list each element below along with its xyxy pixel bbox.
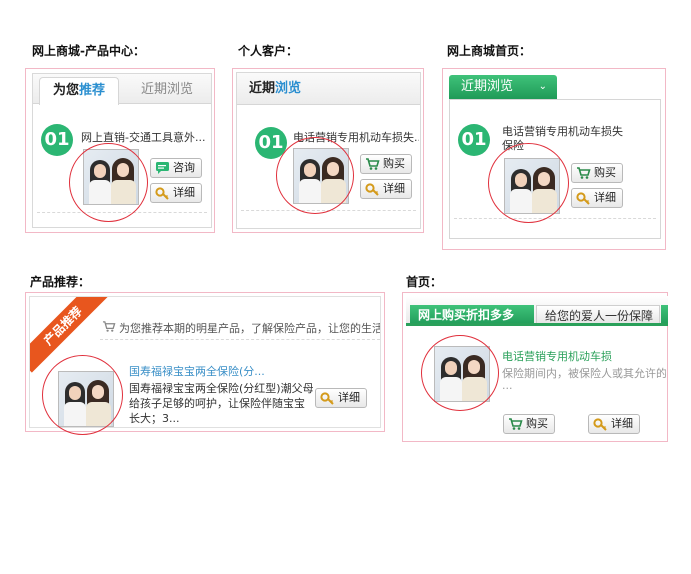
key-icon xyxy=(155,187,169,200)
product-title[interactable]: 网上直销-交通工具意外... xyxy=(81,129,209,145)
cart-icon xyxy=(366,158,380,170)
highlight-circle xyxy=(488,143,569,223)
tab-discount[interactable]: 网上购买折扣多多 xyxy=(410,305,534,323)
tab-recent-highlight: 浏览 xyxy=(275,81,302,96)
label-personal: 个人客户： xyxy=(238,44,299,58)
tab-recommend-highlight: 推荐 xyxy=(79,83,106,98)
divider xyxy=(100,339,380,340)
product-title[interactable]: 电话营销专用机动车损 xyxy=(502,348,662,364)
product-title[interactable]: 国寿福禄宝宝两全保险(分... xyxy=(129,363,289,379)
detail-label: 详细 xyxy=(383,182,405,195)
tab-discount-label: 网上购买折扣多多 xyxy=(418,308,515,322)
label-recommend: 产品推荐： xyxy=(30,275,91,289)
detail-button[interactable]: 详细 xyxy=(150,183,202,203)
rank-badge: 01 xyxy=(41,124,73,156)
consult-label: 咨询 xyxy=(173,161,195,174)
tab-recommend-label: 为您 xyxy=(52,83,79,98)
tab-recent[interactable]: 近期浏览 xyxy=(141,77,193,104)
label-mall-home: 网上商城首页： xyxy=(447,44,532,58)
consult-button[interactable]: 咨询 xyxy=(150,158,202,178)
tab-love[interactable]: 给您的爱人一份保障 xyxy=(536,305,660,323)
tab-recent[interactable]: 近期浏览 ⌄ xyxy=(449,75,557,99)
detail-button[interactable]: 详细 xyxy=(315,388,367,408)
product-desc-3: 长大；3... xyxy=(129,412,180,425)
product-desc-2: ... xyxy=(502,379,513,392)
highlight-circle xyxy=(276,137,354,214)
cart-icon xyxy=(102,321,116,332)
cart-icon xyxy=(577,167,591,179)
detail-button[interactable]: 详细 xyxy=(588,414,640,434)
ribbon-label: 产品推荐 xyxy=(41,304,85,348)
tab-next[interactable] xyxy=(661,305,668,323)
buy-button[interactable]: 购买 xyxy=(503,414,555,434)
highlight-circle xyxy=(42,355,123,435)
highlight-circle xyxy=(69,143,148,222)
label-mall-center: 网上商城-产品中心： xyxy=(32,44,145,58)
detail-label: 详细 xyxy=(594,191,616,204)
detail-button[interactable]: 详细 xyxy=(360,179,412,199)
chat-icon xyxy=(156,162,169,174)
chevron-down-icon: ⌄ xyxy=(538,81,547,92)
cart-icon xyxy=(509,418,523,430)
buy-label: 购买 xyxy=(526,417,548,430)
key-icon xyxy=(593,418,607,431)
buy-label: 购买 xyxy=(383,157,405,170)
product-desc-2: 给孩子足够的呵护，让保险伴随宝宝 xyxy=(129,397,305,410)
detail-label: 详细 xyxy=(611,417,633,430)
tab-recent-label: 近期浏览 xyxy=(461,79,514,94)
buy-label: 购买 xyxy=(594,166,616,179)
key-icon xyxy=(320,392,334,405)
tab-love-label: 给您的爱人一份保障 xyxy=(545,309,654,323)
notice-text: 为您推荐本期的明星产品，了解保险产品，让您的生活快 xyxy=(119,322,381,335)
key-icon xyxy=(576,192,590,205)
key-icon xyxy=(365,183,379,196)
divider xyxy=(454,218,656,219)
detail-button[interactable]: 详细 xyxy=(571,188,623,208)
buy-button[interactable]: 购买 xyxy=(571,163,623,183)
detail-label: 详细 xyxy=(173,186,195,199)
tab-bar: 为您推荐 近期浏览 xyxy=(33,74,211,105)
product-desc-1: 国寿福禄宝宝两全保险(分红型)潮父母 xyxy=(129,382,314,395)
tab-recommend[interactable]: 为您推荐 xyxy=(39,77,119,105)
label-home: 首页： xyxy=(406,275,443,289)
highlight-circle xyxy=(421,335,499,411)
tab-recent-label: 近期 xyxy=(248,81,275,96)
detail-label: 详细 xyxy=(338,391,360,404)
rank-badge: 01 xyxy=(458,124,490,156)
tab-recent[interactable]: 近期浏览 xyxy=(237,73,313,105)
tab-bar: 近期浏览 xyxy=(237,73,420,105)
tab-bar: 网上购买折扣多多 给您的爱人一份保障 xyxy=(406,296,668,326)
buy-button[interactable]: 购买 xyxy=(360,154,412,174)
